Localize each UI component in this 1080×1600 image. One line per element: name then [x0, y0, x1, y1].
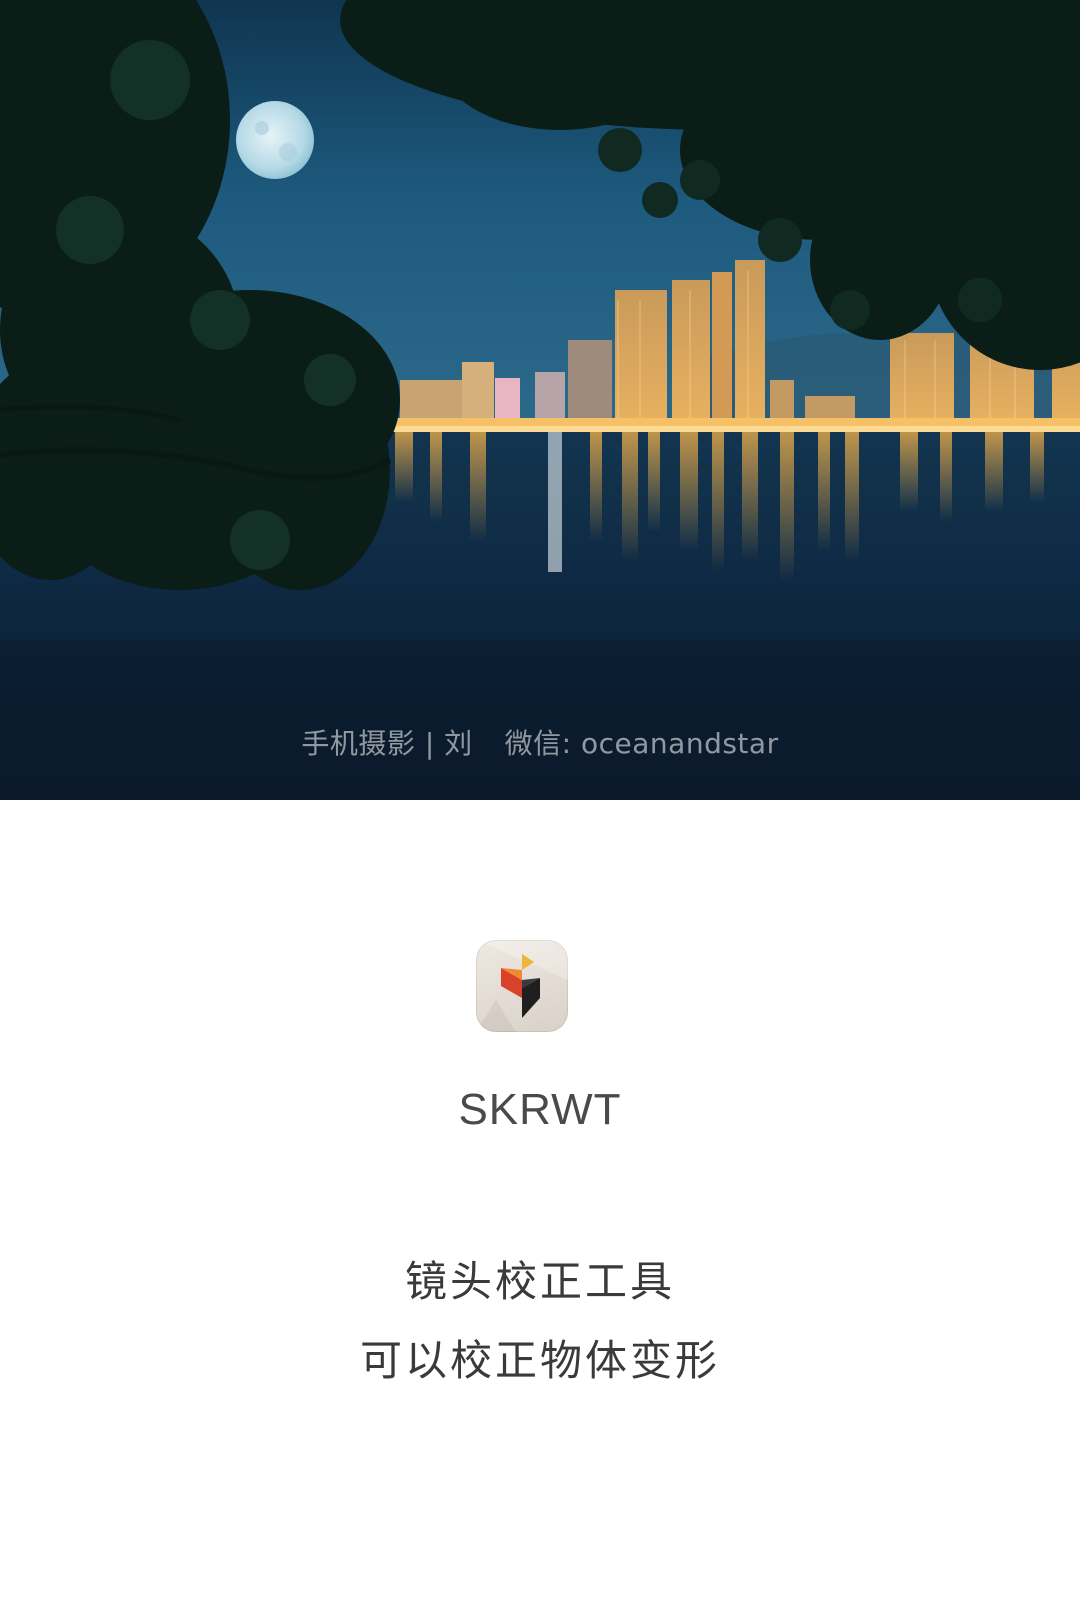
app-description-line2: 可以校正物体变形: [359, 1336, 720, 1385]
skrwt-app-icon[interactable]: [476, 940, 568, 1032]
app-name: SKRWT: [458, 1085, 622, 1134]
app-description-line1: 镜头校正工具: [404, 1257, 675, 1306]
photo-watermark: 手机摄影 | 刘微信: oceanandstar: [0, 722, 1080, 762]
watermark-author: 手机摄影 | 刘: [301, 727, 473, 760]
night-city-photo: 手机摄影 | 刘微信: oceanandstar: [0, 0, 1080, 800]
night-city-image: [0, 0, 1080, 800]
skrwt-logo-icon: [476, 940, 568, 1032]
watermark-wechat: 微信: oceanandstar: [504, 727, 779, 760]
app-card: SKRWT 镜头校正工具 可以校正物体变形: [0, 800, 1080, 1600]
